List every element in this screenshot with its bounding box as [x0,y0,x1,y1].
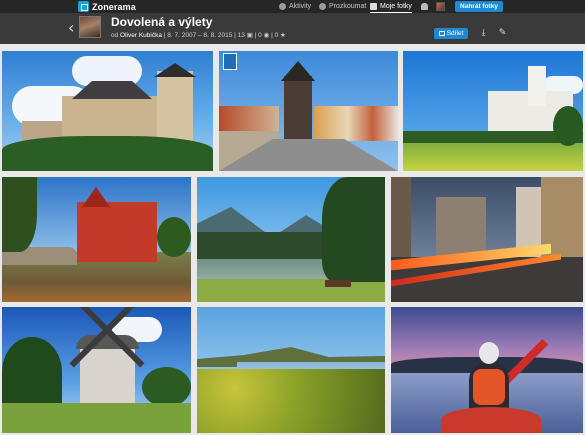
share-label: Sdílet [446,30,464,37]
nav-item-moje-fotky[interactable]: Moje fotky [370,0,412,13]
bookmark-icon[interactable] [223,53,237,70]
photo-element [2,177,37,252]
photo-thumbnail-pond[interactable] [197,307,385,433]
photo-thumbnail-cervena-lhota[interactable] [2,177,191,302]
logo-icon [78,1,89,12]
album-title: Dovolená a výlety [111,15,213,29]
activity-icon [279,3,286,10]
owner-name-link[interactable]: Oliver Kubička [120,32,162,39]
photo-element [403,143,583,171]
photo-element [2,136,213,171]
bell-icon[interactable] [421,3,428,10]
photo-thumbnail-karlstejn[interactable] [2,51,213,171]
upload-photos-button[interactable]: Nahrát fotky [455,1,503,12]
photo-element [157,217,191,257]
photo-element [197,279,385,302]
top-navigation-bar: Zonerama Aktivity Prozkoumat Moje fotky … [0,0,585,13]
photo-element [284,76,312,141]
by-prefix: od [111,32,119,39]
nav-item-aktivity[interactable]: Aktivity [279,0,311,13]
owner-avatar[interactable] [79,16,101,38]
user-avatar[interactable] [436,2,445,11]
photo-element [528,66,546,106]
photo-element [325,280,351,287]
photo-element [2,403,191,433]
view-count: 0 [258,32,262,39]
eye-icon: ◉ [263,32,270,39]
photo-count: 13 [237,32,245,39]
photo-thumbnail-night-street[interactable] [391,177,583,302]
photo-element [154,63,196,77]
date-range: 8. 7. 2007 – 8. 8. 2015 [167,32,233,39]
photo-element [77,202,157,262]
photo-thumbnail-mountain-lake[interactable] [197,177,385,302]
nav-item-prozkoumat[interactable]: Prozkoumat [319,0,366,13]
photo-element [82,187,110,207]
photo-element [553,106,583,146]
photo-count-icon: ▣ [246,32,253,39]
album-header: ‹ Dovolená a výlety od Oliver Kubička | … [0,13,585,44]
photo-element [157,71,193,146]
logo-text: Zonerama [92,1,136,12]
like-count: 0 [274,32,279,39]
album-meta: od Oliver Kubička | 8. 7. 2007 – 8. 8. 2… [111,31,286,39]
photo-element [281,61,315,81]
photo-element [314,106,398,141]
logo[interactable]: Zonerama [78,0,136,13]
nav-item-label: Prozkoumat [329,3,367,10]
nav-item-label: Aktivity [289,3,312,10]
explore-icon [319,3,326,10]
share-icon [438,31,445,36]
photos-icon [370,3,377,10]
photo-thumbnail-kayak[interactable] [391,307,583,433]
photo-thumbnail-windmill[interactable] [2,307,191,433]
photo-element [391,177,411,257]
back-chevron-icon[interactable]: ‹ [68,20,74,36]
star-icon: ★ [280,32,286,39]
photo-element [479,342,499,364]
photo-element [441,407,541,433]
photo-element [322,177,385,282]
photo-thumbnail-prague[interactable] [219,51,398,171]
download-icon[interactable]: ⤓ [479,29,488,38]
photo-element [197,369,385,433]
photo-thumbnail-hluboka[interactable] [403,51,583,171]
edit-icon[interactable]: ✎ [498,29,507,38]
photo-element [142,367,191,407]
nav-item-label: Moje fotky [380,3,412,10]
share-button[interactable]: Sdílet [434,28,468,39]
photo-element [2,337,62,407]
photo-element [473,369,505,405]
